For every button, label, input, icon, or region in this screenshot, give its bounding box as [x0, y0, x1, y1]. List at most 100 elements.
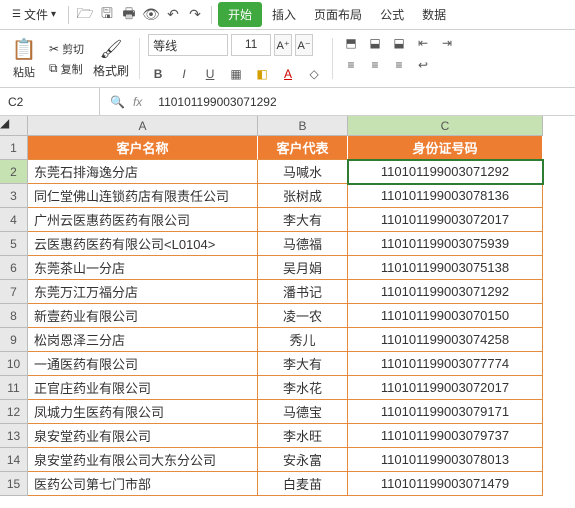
cell-name[interactable]: 云医惠药医药有限公司<L0104> [28, 232, 258, 256]
name-box[interactable]: C2 [0, 88, 100, 115]
cell-name[interactable]: 松岗恩泽三分店 [28, 328, 258, 352]
cell-rep[interactable]: 李水花 [258, 376, 348, 400]
format-painter-button[interactable]: 🖌 格式刷 [91, 39, 131, 79]
wrap-text-button[interactable]: ↩ [413, 56, 433, 74]
cell-name[interactable]: 同仁堂佛山连锁药店有限责任公司 [28, 184, 258, 208]
row-header[interactable]: 13 [0, 424, 28, 448]
row-header[interactable]: 4 [0, 208, 28, 232]
cell-name[interactable]: 东莞万江万福分店 [28, 280, 258, 304]
cell-id[interactable]: 110101199003077774 [348, 352, 543, 376]
print-preview-icon[interactable]: 👁 [141, 5, 161, 25]
print-icon[interactable]: 🖶 [119, 5, 139, 25]
bold-button[interactable]: B [148, 64, 168, 84]
row-header[interactable]: 2 [0, 160, 28, 184]
cell-rep[interactable]: 吴月娟 [258, 256, 348, 280]
tab-start[interactable]: 开始 [218, 2, 262, 27]
row-header[interactable]: 14 [0, 448, 28, 472]
fill-color-button[interactable]: ◧ [252, 64, 272, 84]
align-bottom-button[interactable]: ⬓ [389, 34, 409, 52]
zoom-icon[interactable]: 🔍 [110, 95, 125, 109]
cell-rep[interactable]: 马喊水 [258, 160, 348, 184]
align-left-button[interactable]: ≡ [341, 56, 361, 74]
cell-id[interactable]: 110101199003071292 [348, 280, 543, 304]
row-header[interactable]: 11 [0, 376, 28, 400]
cell-name[interactable]: 东莞石排海逸分店 [28, 160, 258, 184]
row-header[interactable]: 10 [0, 352, 28, 376]
tab-layout[interactable]: 页面布局 [306, 2, 370, 27]
header-cell[interactable]: 客户代表 [258, 136, 348, 160]
row-header[interactable]: 5 [0, 232, 28, 256]
redo-icon[interactable]: ↷ [185, 5, 205, 25]
cell-name[interactable]: 一通医药有限公司 [28, 352, 258, 376]
cell-name[interactable]: 正官庄药业有限公司 [28, 376, 258, 400]
cell-rep[interactable]: 安永富 [258, 448, 348, 472]
cell-name[interactable]: 东莞茶山一分店 [28, 256, 258, 280]
cell-rep[interactable]: 马德宝 [258, 400, 348, 424]
col-header-c[interactable]: C [348, 116, 543, 136]
increase-font-button[interactable]: A⁺ [274, 34, 292, 56]
font-name-select[interactable]: 等线 [148, 34, 228, 56]
cell-name[interactable]: 医药公司第七门市部 [28, 472, 258, 496]
align-top-button[interactable]: ⬒ [341, 34, 361, 52]
cell-id[interactable]: 110101199003072017 [348, 376, 543, 400]
cell-id[interactable]: 110101199003079737 [348, 424, 543, 448]
cell-rep[interactable]: 白麦苗 [258, 472, 348, 496]
indent-decrease-button[interactable]: ⇤ [413, 34, 433, 52]
tab-insert[interactable]: 插入 [264, 2, 304, 27]
cell-name[interactable]: 凤城力生医药有限公司 [28, 400, 258, 424]
cell-rep[interactable]: 凌一农 [258, 304, 348, 328]
cell-rep[interactable]: 李大有 [258, 352, 348, 376]
cell-rep[interactable]: 秀儿 [258, 328, 348, 352]
save-icon[interactable]: 🖫 [97, 5, 117, 25]
cell-rep[interactable]: 李水旺 [258, 424, 348, 448]
open-icon[interactable]: 🗁 [75, 5, 95, 25]
col-header-b[interactable]: B [258, 116, 348, 136]
cell-id[interactable]: 110101199003079171 [348, 400, 543, 424]
cell-name[interactable]: 新壹药业有限公司 [28, 304, 258, 328]
cell-id[interactable]: 110101199003074258 [348, 328, 543, 352]
align-middle-button[interactable]: ⬓ [365, 34, 385, 52]
row-header[interactable]: 7 [0, 280, 28, 304]
row-header[interactable]: 3 [0, 184, 28, 208]
cell-name[interactable]: 广州云医惠药医药有限公司 [28, 208, 258, 232]
decrease-font-button[interactable]: A⁻ [295, 34, 313, 56]
select-all-corner[interactable]: ◢ [0, 116, 28, 136]
file-menu[interactable]: ☰ 文件 ▾ [6, 3, 62, 26]
italic-button[interactable]: I [174, 64, 194, 84]
row-header[interactable]: 8 [0, 304, 28, 328]
cell-id[interactable]: 110101199003078136 [348, 184, 543, 208]
cell-id[interactable]: 110101199003078013 [348, 448, 543, 472]
cell-rep[interactable]: 张树成 [258, 184, 348, 208]
row-header[interactable]: 1 [0, 136, 28, 160]
tab-formula[interactable]: 公式 [372, 2, 412, 27]
row-header[interactable]: 9 [0, 328, 28, 352]
cell-name[interactable]: 泉安堂药业有限公司大东分公司 [28, 448, 258, 472]
cell-name[interactable]: 泉安堂药业有限公司 [28, 424, 258, 448]
header-cell[interactable]: 身份证号码 [348, 136, 543, 160]
cut-button[interactable]: ✂ 剪切 [46, 40, 87, 58]
cell-rep[interactable]: 潘书记 [258, 280, 348, 304]
cell-id[interactable]: 110101199003075939 [348, 232, 543, 256]
font-size-select[interactable]: 11 [231, 34, 271, 56]
cell-id[interactable]: 110101199003071479 [348, 472, 543, 496]
paste-button[interactable]: 📋 粘贴 [6, 37, 42, 80]
border-button[interactable]: ▦ [226, 64, 246, 84]
tab-data[interactable]: 数据 [414, 2, 454, 27]
clear-format-button[interactable]: ◇ [304, 64, 324, 84]
cell-id[interactable]: 110101199003075138 [348, 256, 543, 280]
fx-label[interactable]: fx [133, 95, 142, 109]
col-header-a[interactable]: A [28, 116, 258, 136]
cell-rep[interactable]: 李大有 [258, 208, 348, 232]
header-cell[interactable]: 客户名称 [28, 136, 258, 160]
copy-button[interactable]: ⧉ 复制 [46, 60, 87, 78]
indent-increase-button[interactable]: ⇥ [437, 34, 457, 52]
row-header[interactable]: 15 [0, 472, 28, 496]
row-header[interactable]: 12 [0, 400, 28, 424]
cell-id[interactable]: 110101199003070150 [348, 304, 543, 328]
font-color-button[interactable]: A [278, 64, 298, 84]
formula-input[interactable]: 110101199003071292 [152, 95, 575, 109]
align-center-button[interactable]: ≡ [365, 56, 385, 74]
cell-id[interactable]: 110101199003072017 [348, 208, 543, 232]
underline-button[interactable]: U [200, 64, 220, 84]
align-right-button[interactable]: ≡ [389, 56, 409, 74]
